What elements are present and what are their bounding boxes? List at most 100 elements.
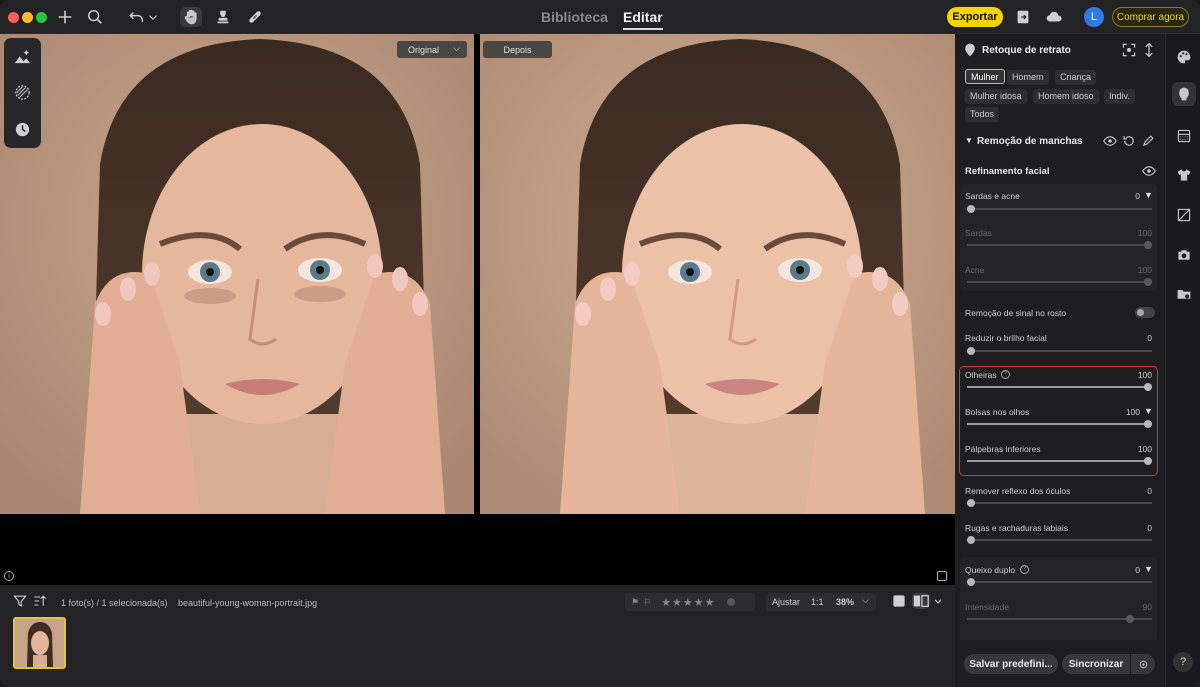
- tab-editar[interactable]: Editar: [623, 9, 663, 30]
- slider-label: Reduzir o brilho facial: [965, 333, 1047, 343]
- palette-icon[interactable]: [1174, 47, 1193, 66]
- stamp-icon[interactable]: [212, 7, 234, 27]
- slider-value[interactable]: 0: [1125, 333, 1152, 343]
- slider-track[interactable]: [967, 578, 1152, 586]
- eye-icon[interactable]: [1142, 163, 1156, 179]
- slider-track[interactable]: [967, 205, 1152, 213]
- slider-value[interactable]: 0: [1115, 565, 1140, 575]
- filmstrip-thumbnail[interactable]: [13, 617, 66, 669]
- module-sidebar: [1165, 34, 1200, 687]
- buy-now-button[interactable]: Comprar agora: [1112, 7, 1189, 27]
- cloud-icon[interactable]: [1043, 7, 1065, 27]
- preset-mulher-idosa[interactable]: Mulher idosa: [965, 89, 1027, 104]
- slider-track[interactable]: [967, 383, 1152, 391]
- slider-value[interactable]: 100: [1125, 370, 1152, 380]
- preset-indiv[interactable]: Indiv.: [1104, 89, 1135, 104]
- bandage-icon[interactable]: [244, 7, 266, 27]
- export-file-icon[interactable]: [1012, 7, 1034, 27]
- star-rating[interactable]: ★★★★★: [661, 596, 715, 609]
- color-label-icon[interactable]: [727, 598, 736, 606]
- slider-label: Remoção de sinal no rosto: [965, 308, 1067, 318]
- export-button[interactable]: Exportar: [947, 7, 1003, 27]
- slider-track[interactable]: [967, 241, 1152, 249]
- shirt-icon[interactable]: [1174, 165, 1193, 184]
- preset-homem-idoso[interactable]: Homem idoso: [1033, 89, 1099, 104]
- plus-icon[interactable]: [54, 7, 76, 27]
- portrait-icon[interactable]: [1172, 82, 1196, 106]
- app-window: Biblioteca Editar Exportar L Comprar ago…: [0, 0, 1200, 687]
- slider-track[interactable]: [967, 278, 1152, 286]
- ai-adjust-icon[interactable]: [13, 47, 32, 66]
- one-to-one-button[interactable]: 1:1: [811, 597, 824, 607]
- before-after-view-icon[interactable]: [912, 593, 930, 609]
- eye-icon[interactable]: [1103, 133, 1117, 149]
- help-circle-icon[interactable]: ?: [1020, 565, 1029, 574]
- slider-value[interactable]: 100: [1115, 407, 1140, 417]
- slider-track[interactable]: [967, 420, 1152, 428]
- slider-track[interactable]: [967, 347, 1152, 355]
- slider-value[interactable]: 0: [1125, 523, 1152, 533]
- help-circle-icon[interactable]: ?: [1001, 370, 1010, 379]
- preset-crianca[interactable]: Criança: [1055, 70, 1097, 85]
- subsection-title: Refinamento facial: [965, 166, 1050, 177]
- save-preset-button[interactable]: Salvar predefini...: [964, 654, 1058, 674]
- hand-icon[interactable]: [180, 7, 202, 27]
- gradient-icon[interactable]: [1174, 126, 1193, 145]
- help-button[interactable]: ?: [1173, 652, 1193, 672]
- chevron-down-icon[interactable]: [932, 593, 944, 609]
- chevron-down-icon[interactable]: ▼: [1144, 564, 1153, 574]
- reject-flag-icon[interactable]: ⚐: [643, 597, 651, 608]
- photo-canvas[interactable]: i: [0, 34, 955, 585]
- single-view-icon[interactable]: [891, 593, 907, 609]
- slider-label: Intensidade: [965, 602, 1009, 612]
- section-title[interactable]: Remoção de manchas: [977, 136, 1083, 147]
- chevron-down-icon[interactable]: ▼: [1144, 406, 1153, 416]
- flag-icon[interactable]: ⚑: [631, 597, 639, 608]
- preset-todos[interactable]: Todos: [965, 107, 1000, 122]
- brush-edit-icon[interactable]: [1141, 133, 1155, 149]
- slider-value[interactable]: 0: [1125, 486, 1152, 496]
- chevron-down-icon[interactable]: ▼: [1144, 190, 1153, 200]
- slider-value[interactable]: 0: [1115, 191, 1140, 201]
- face-detect-icon[interactable]: [1121, 42, 1137, 58]
- chevron-down-icon[interactable]: ⌵: [862, 595, 869, 606]
- slider-track[interactable]: [967, 457, 1152, 465]
- fit-button[interactable]: Ajustar: [772, 597, 800, 607]
- mole-removal-toggle[interactable]: [1135, 307, 1155, 318]
- preset-homem[interactable]: Homem: [1007, 70, 1049, 85]
- sync-settings-button[interactable]: [1131, 654, 1155, 674]
- zoom-window-button[interactable]: [36, 12, 47, 23]
- reset-icon[interactable]: [1122, 133, 1136, 149]
- chevron-down-icon: ⌵: [453, 43, 460, 53]
- section-toggle[interactable]: ▼: [965, 136, 973, 145]
- slider-label: Acne: [965, 265, 985, 275]
- view-mode-select[interactable]: Original ⌵: [397, 41, 467, 58]
- filter-icon[interactable]: [12, 593, 28, 609]
- minimize-window-button[interactable]: [22, 12, 33, 23]
- undo-icon[interactable]: [126, 7, 148, 27]
- zoom-level-select[interactable]: 38%: [836, 597, 854, 607]
- compare-view-icon[interactable]: [937, 571, 947, 581]
- tab-biblioteca[interactable]: Biblioteca: [541, 9, 608, 25]
- avatar[interactable]: L: [1084, 7, 1104, 27]
- close-window-button[interactable]: [8, 12, 19, 23]
- preset-mulher[interactable]: Mulher: [965, 69, 1005, 84]
- chevron-down-icon[interactable]: [146, 7, 160, 27]
- slider-value: 90: [1142, 602, 1152, 612]
- crop-icon[interactable]: [1174, 205, 1193, 224]
- expand-icon[interactable]: [1141, 42, 1157, 58]
- folder-settings-icon[interactable]: [1174, 284, 1193, 303]
- sort-icon[interactable]: [32, 593, 48, 609]
- history-icon[interactable]: [13, 120, 32, 139]
- slider-track[interactable]: [967, 499, 1152, 507]
- info-icon[interactable]: i: [4, 571, 14, 581]
- search-icon[interactable]: [84, 7, 106, 27]
- panel-title: Retoque de retrato: [982, 45, 1071, 56]
- slider-label: Sardas e acne: [965, 191, 1020, 201]
- camera-icon[interactable]: [1174, 245, 1193, 264]
- slider-track[interactable]: [967, 536, 1152, 544]
- sync-button[interactable]: Sincronizar: [1062, 654, 1130, 674]
- slider-value[interactable]: 100: [1125, 444, 1152, 454]
- texture-icon[interactable]: [13, 83, 32, 102]
- slider-track[interactable]: [967, 615, 1152, 623]
